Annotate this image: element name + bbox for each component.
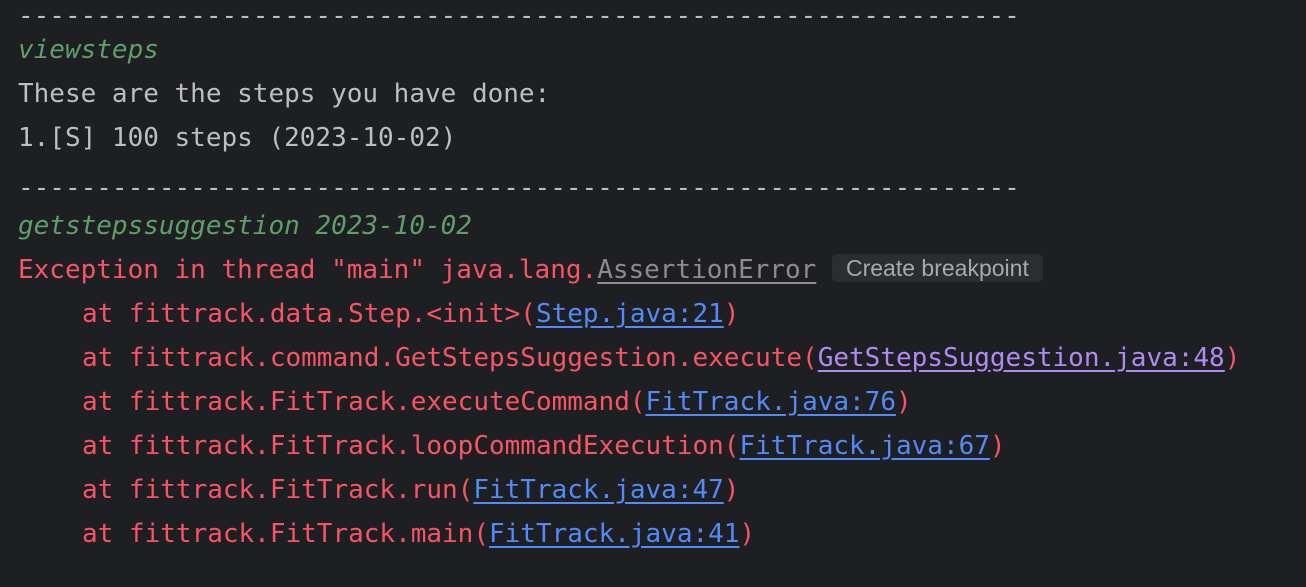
stack-frame-method: at fittrack.command.GetStepsSuggestion.e… (82, 343, 818, 373)
output-line: These are the steps you have done: (18, 79, 551, 109)
stack-frame: at fittrack.FitTrack.main(FitTrack.java:… (82, 512, 755, 556)
source-link[interactable]: FitTrack.java:47 (473, 475, 723, 505)
stack-frame-method: at fittrack.FitTrack.main( (82, 519, 489, 549)
stack-frame-close: ) (723, 299, 740, 329)
stack-frame: at fittrack.data.Step.<init>(Step.java:2… (82, 292, 739, 336)
stack-frame-method: at fittrack.data.Step.<init>( (82, 299, 536, 329)
create-breakpoint-button[interactable]: Create breakpoint (832, 254, 1043, 282)
divider: ----------------------------------------… (18, 1, 1020, 31)
command-input-echo: viewsteps (18, 35, 159, 65)
stack-frame: at fittrack.FitTrack.loopCommandExecutio… (82, 424, 1006, 468)
stack-frame-close: ) (723, 475, 740, 505)
exception-class-link[interactable]: AssertionError (597, 255, 816, 285)
source-link[interactable]: FitTrack.java:76 (646, 387, 896, 417)
stack-frame-close: ) (895, 387, 912, 417)
command-input-echo: getstepssuggestion 2023-10-02 (18, 211, 472, 241)
console-output: ----------------------------------------… (0, 0, 1306, 587)
stack-frame-close: ) (989, 431, 1006, 461)
source-link[interactable]: Step.java:21 (536, 299, 724, 329)
exception-line: Exception in thread "main" java.lang.Ass… (18, 248, 1043, 292)
stack-frame-method: at fittrack.FitTrack.run( (82, 475, 474, 505)
output-line: 1.[S] 100 steps (2023-10-02) (18, 123, 457, 153)
stack-frame-close: ) (1224, 343, 1241, 373)
source-link[interactable]: FitTrack.java:41 (489, 519, 739, 549)
stack-frame-close: ) (739, 519, 756, 549)
stack-frame-method: at fittrack.FitTrack.executeCommand( (82, 387, 646, 417)
stack-frame: at fittrack.command.GetStepsSuggestion.e… (82, 336, 1240, 380)
stack-frame: at fittrack.FitTrack.executeCommand(FitT… (82, 380, 912, 424)
stack-frame-method: at fittrack.FitTrack.loopCommandExecutio… (82, 431, 740, 461)
stack-frame: at fittrack.FitTrack.run(FitTrack.java:4… (82, 468, 739, 512)
source-link[interactable]: FitTrack.java:67 (739, 431, 989, 461)
source-link[interactable]: GetStepsSuggestion.java:48 (818, 343, 1225, 373)
exception-prefix: Exception in thread "main" java.lang. (18, 255, 598, 285)
